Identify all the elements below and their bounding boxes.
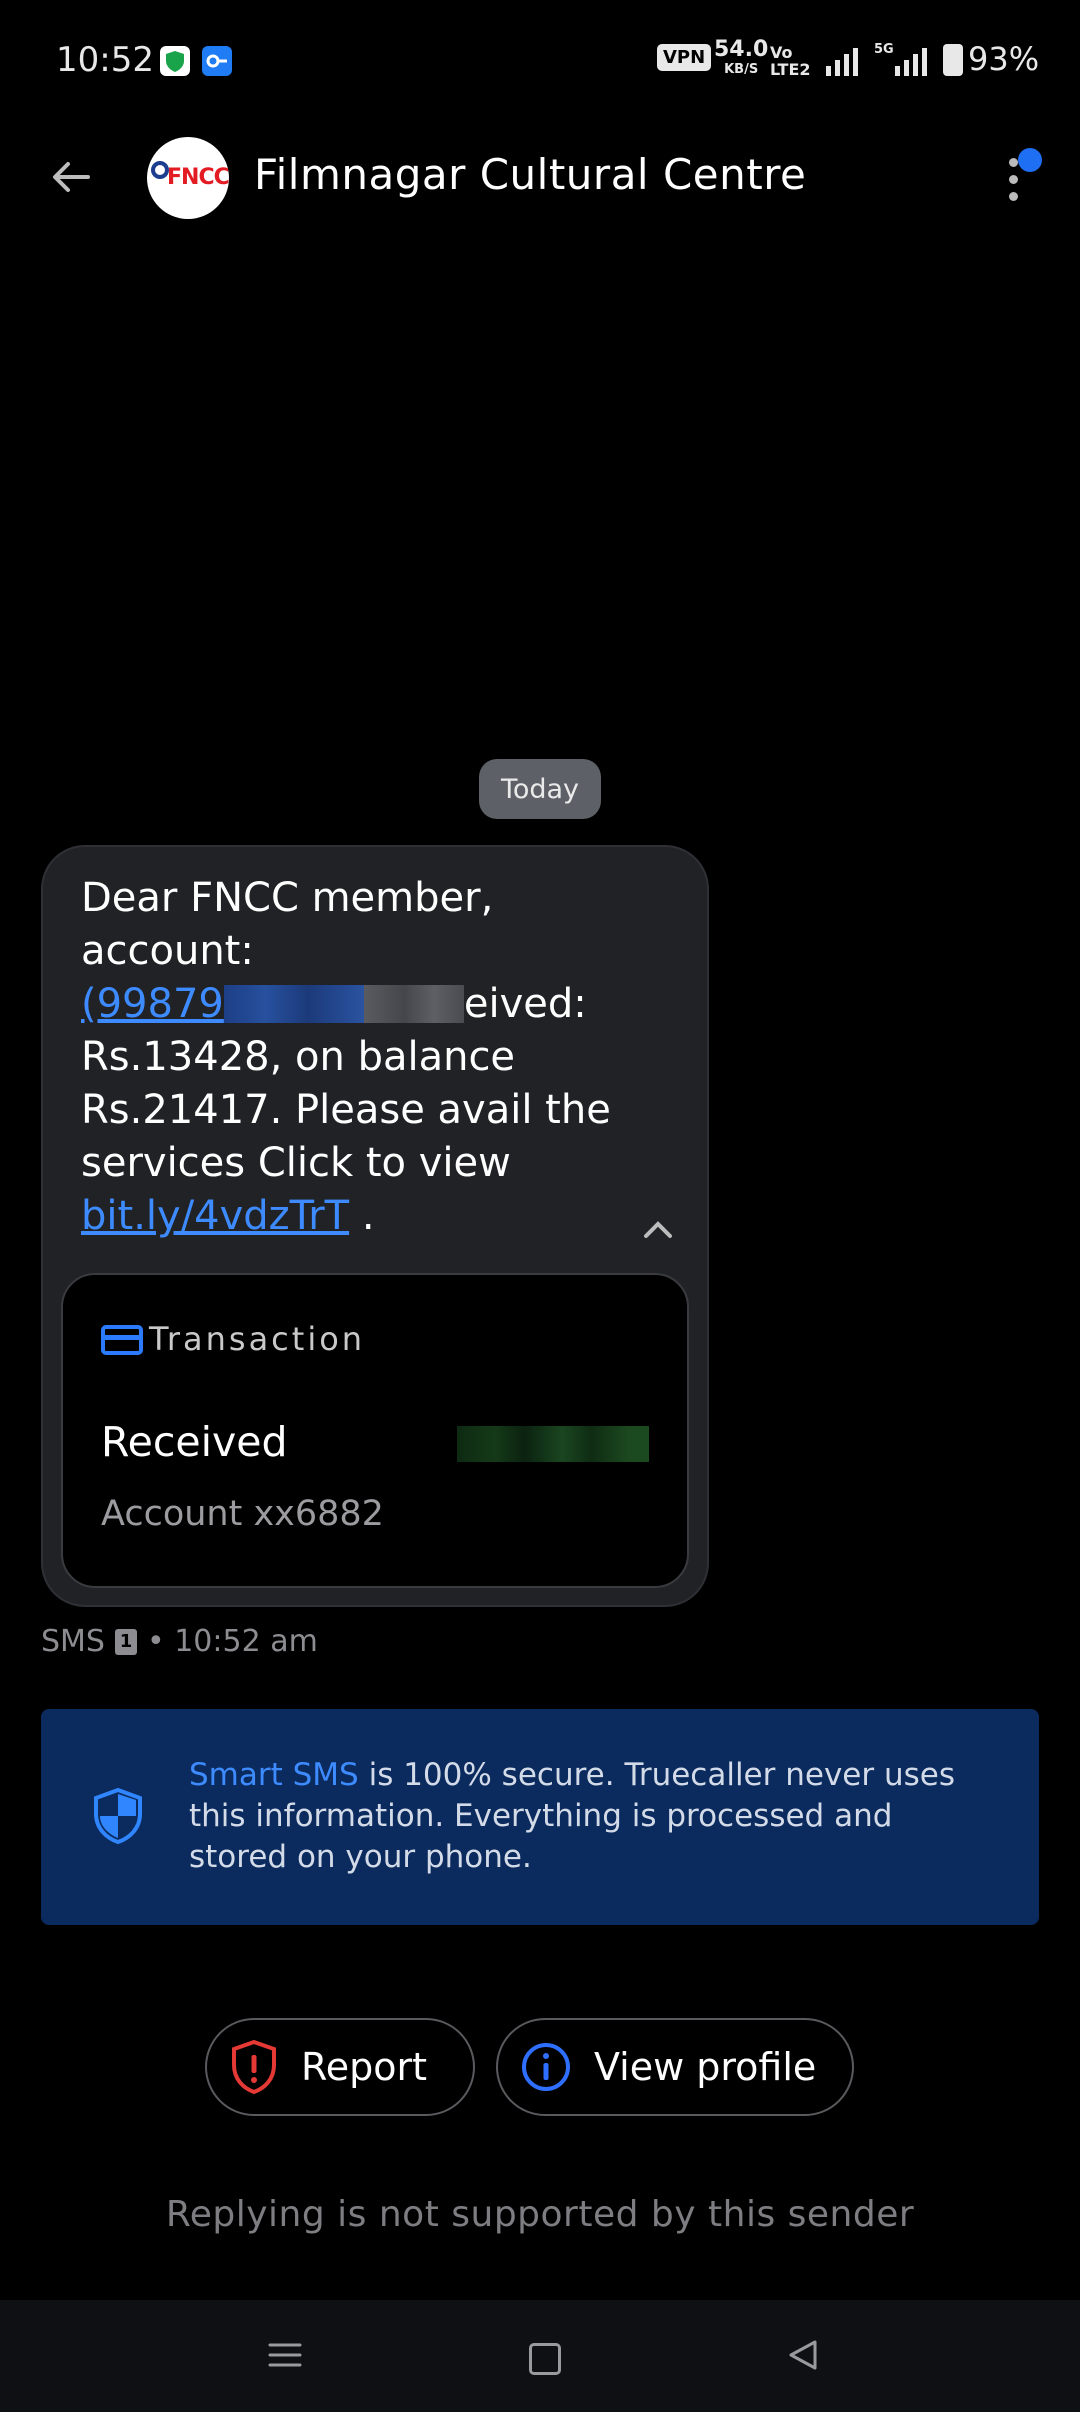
notification-dot	[1018, 148, 1042, 172]
signal-strength-icon	[826, 48, 858, 76]
message-line: Rs.13428, on balance	[81, 1034, 516, 1080]
transaction-status: Received	[101, 1418, 288, 1466]
info-icon	[522, 2043, 570, 2091]
report-button[interactable]: Report	[205, 2018, 475, 2116]
message-line: account:	[81, 928, 254, 974]
smart-sms-link[interactable]: Smart SMS	[189, 1757, 359, 1793]
contact-name[interactable]: Filmnagar Cultural Centre	[254, 150, 806, 199]
status-time: 10:52	[56, 40, 154, 80]
account-link[interactable]: (99879	[81, 981, 224, 1027]
network-5g-label: 5G	[874, 42, 894, 57]
redacted-block	[223, 985, 364, 1023]
message-line: bit.ly/4vdzTrT .	[81, 1190, 641, 1243]
date-chip: Today	[479, 759, 601, 819]
lte-label: LTE2	[770, 60, 811, 79]
banner-text: Smart SMS is 100% secure. Truecaller nev…	[189, 1755, 979, 1878]
redacted-block	[363, 985, 464, 1023]
message-line: services Click to view	[81, 1140, 511, 1186]
signal-5g-icon	[895, 48, 927, 76]
view-profile-label: View profile	[594, 2045, 817, 2089]
view-profile-button[interactable]: View profile	[496, 2018, 854, 2116]
url-link[interactable]: bit.ly/4vdzTrT	[81, 1193, 349, 1239]
back-triangle-icon[interactable]	[786, 2338, 820, 2372]
recents-menu-icon[interactable]	[268, 2338, 302, 2372]
message-meta: SMS 1 • 10:52 am	[41, 1624, 318, 1659]
network-speed: 54.0 KB/S	[714, 37, 769, 80]
message-end: .	[361, 1193, 375, 1239]
report-label: Report	[301, 2045, 427, 2089]
volte-label: Vo	[770, 43, 793, 62]
battery-icon	[943, 44, 963, 76]
reply-not-supported-note: Replying is not supported by this sender	[165, 2194, 915, 2235]
network-speed-unit: KB/S	[724, 62, 759, 77]
volte-indicator: Vo LTE2	[770, 44, 811, 78]
message-channel: SMS	[41, 1624, 105, 1659]
message-time: • 10:52 am	[146, 1624, 318, 1659]
security-app-icon	[160, 46, 190, 76]
card-label: Transaction	[149, 1320, 366, 1358]
home-square-icon[interactable]	[529, 2343, 561, 2375]
sim-icon: 1	[114, 1628, 137, 1655]
transaction-account: Account xx6882	[101, 1494, 384, 1534]
message-line: Rs.21417. Please avail the	[81, 1087, 611, 1133]
message-text: Dear FNCC member, account: (99879 eived: …	[81, 872, 641, 1243]
more-vert-icon[interactable]	[1009, 158, 1018, 209]
message-line: Dear FNCC member,	[81, 875, 494, 921]
redacted-amount	[457, 1426, 649, 1462]
message-fragment: eived:	[463, 981, 587, 1027]
credit-card-icon	[101, 1325, 143, 1355]
vpn-badge: VPN	[657, 44, 712, 71]
shield-icon	[94, 1787, 142, 1845]
vpn-key-icon	[202, 46, 232, 76]
chevron-up-icon[interactable]	[640, 1218, 676, 1242]
battery-percent: 93%	[968, 40, 1040, 78]
network-speed-value: 54.0	[714, 37, 769, 62]
arrow-left-icon[interactable]	[48, 154, 94, 200]
avatar-initials: FNCC	[167, 165, 229, 190]
report-shield-icon	[232, 2039, 276, 2095]
message-line: (99879 eived:	[81, 978, 641, 1031]
avatar[interactable]: FNCC	[147, 137, 229, 219]
